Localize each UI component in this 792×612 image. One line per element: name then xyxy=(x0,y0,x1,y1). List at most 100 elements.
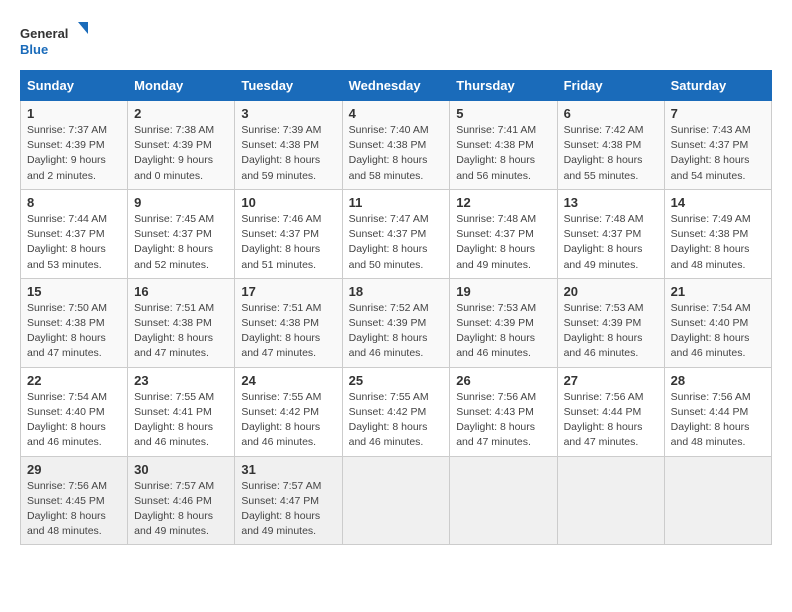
calendar-cell: 2Sunrise: 7:38 AMSunset: 4:39 PMDaylight… xyxy=(128,101,235,190)
day-number: 8 xyxy=(27,195,121,210)
day-number: 15 xyxy=(27,284,121,299)
calendar-cell xyxy=(664,456,771,545)
calendar-cell: 8 Sunrise: 7:44 AMSunset: 4:37 PMDaylight… xyxy=(21,189,128,278)
day-number: 13 xyxy=(564,195,658,210)
day-number: 7 xyxy=(671,106,765,121)
weekday-header: Wednesday xyxy=(342,71,450,101)
day-info: Sunrise: 7:56 AMSunset: 4:44 PMDaylight:… xyxy=(671,390,765,451)
day-info: Sunrise: 7:44 AMSunset: 4:37 PMDaylight:… xyxy=(27,212,121,273)
day-info: Sunrise: 7:55 AMSunset: 4:42 PMDaylight:… xyxy=(349,390,444,451)
weekday-header: Saturday xyxy=(664,71,771,101)
calendar-week-row: 29 Sunrise: 7:56 AMSunset: 4:45 PMDayligh… xyxy=(21,456,772,545)
day-number: 23 xyxy=(134,373,228,388)
calendar-cell: 13 Sunrise: 7:48 AMSunset: 4:37 PMDayligh… xyxy=(557,189,664,278)
day-info: Sunrise: 7:57 AMSunset: 4:46 PMDaylight:… xyxy=(134,479,228,540)
calendar-cell: 31Sunrise: 7:57 AMSunset: 4:47 PMDayligh… xyxy=(235,456,342,545)
day-number: 26 xyxy=(456,373,550,388)
calendar-cell: 11 Sunrise: 7:47 AMSunset: 4:37 PMDayligh… xyxy=(342,189,450,278)
day-info: Sunrise: 7:53 AMSunset: 4:39 PMDaylight:… xyxy=(564,301,658,362)
calendar-cell: 5 Sunrise: 7:41 AMSunset: 4:38 PMDaylight… xyxy=(450,101,557,190)
calendar-cell: 12Sunrise: 7:48 AMSunset: 4:37 PMDayligh… xyxy=(450,189,557,278)
day-info: Sunrise: 7:40 AMSunset: 4:38 PMDaylight:… xyxy=(349,123,444,184)
calendar-week-row: 22Sunrise: 7:54 AMSunset: 4:40 PMDayligh… xyxy=(21,367,772,456)
calendar-cell: 27 Sunrise: 7:56 AMSunset: 4:44 PMDayligh… xyxy=(557,367,664,456)
day-number: 25 xyxy=(349,373,444,388)
day-number: 29 xyxy=(27,462,121,477)
weekday-header: Thursday xyxy=(450,71,557,101)
calendar-cell: 15 Sunrise: 7:50 AMSunset: 4:38 PMDayligh… xyxy=(21,278,128,367)
day-number: 24 xyxy=(241,373,335,388)
day-info: Sunrise: 7:42 AMSunset: 4:38 PMDaylight:… xyxy=(564,123,658,184)
day-info: Sunrise: 7:51 AMSunset: 4:38 PMDaylight:… xyxy=(241,301,335,362)
day-number: 10 xyxy=(241,195,335,210)
day-info: Sunrise: 7:56 AMSunset: 4:45 PMDaylight:… xyxy=(27,479,121,540)
day-number: 1 xyxy=(27,106,121,121)
calendar-cell: 24 Sunrise: 7:55 AMSunset: 4:42 PMDayligh… xyxy=(235,367,342,456)
day-info: Sunrise: 7:52 AMSunset: 4:39 PMDaylight:… xyxy=(349,301,444,362)
calendar-cell: 7 Sunrise: 7:43 AMSunset: 4:37 PMDaylight… xyxy=(664,101,771,190)
svg-text:General: General xyxy=(20,26,68,41)
day-number: 27 xyxy=(564,373,658,388)
day-number: 3 xyxy=(241,106,335,121)
day-info: Sunrise: 7:43 AMSunset: 4:37 PMDaylight:… xyxy=(671,123,765,184)
day-info: Sunrise: 7:55 AMSunset: 4:42 PMDaylight:… xyxy=(241,390,335,451)
day-number: 14 xyxy=(671,195,765,210)
calendar-cell: 19 Sunrise: 7:53 AMSunset: 4:39 PMDayligh… xyxy=(450,278,557,367)
day-number: 18 xyxy=(349,284,444,299)
calendar-cell: 17 Sunrise: 7:51 AMSunset: 4:38 PMDayligh… xyxy=(235,278,342,367)
day-info: Sunrise: 7:55 AMSunset: 4:41 PMDaylight:… xyxy=(134,390,228,451)
calendar-cell: 25 Sunrise: 7:55 AMSunset: 4:42 PMDayligh… xyxy=(342,367,450,456)
day-number: 17 xyxy=(241,284,335,299)
day-info: Sunrise: 7:37 AMSunset: 4:39 PMDaylight:… xyxy=(27,123,121,184)
calendar-cell: 26 Sunrise: 7:56 AMSunset: 4:43 PMDayligh… xyxy=(450,367,557,456)
calendar-cell: 9Sunrise: 7:45 AMSunset: 4:37 PMDaylight… xyxy=(128,189,235,278)
calendar-cell: 3 Sunrise: 7:39 AMSunset: 4:38 PMDaylight… xyxy=(235,101,342,190)
day-number: 22 xyxy=(27,373,121,388)
day-info: Sunrise: 7:50 AMSunset: 4:38 PMDaylight:… xyxy=(27,301,121,362)
logo: General Blue xyxy=(20,20,90,64)
calendar-cell: 29 Sunrise: 7:56 AMSunset: 4:45 PMDayligh… xyxy=(21,456,128,545)
calendar-cell: 6 Sunrise: 7:42 AMSunset: 4:38 PMDaylight… xyxy=(557,101,664,190)
day-number: 28 xyxy=(671,373,765,388)
day-number: 20 xyxy=(564,284,658,299)
calendar-table: SundayMondayTuesdayWednesdayThursdayFrid… xyxy=(20,70,772,545)
day-info: Sunrise: 7:41 AMSunset: 4:38 PMDaylight:… xyxy=(456,123,550,184)
weekday-header: Sunday xyxy=(21,71,128,101)
day-number: 19 xyxy=(456,284,550,299)
day-number: 16 xyxy=(134,284,228,299)
calendar-cell: 10 Sunrise: 7:46 AMSunset: 4:37 PMDayligh… xyxy=(235,189,342,278)
day-number: 12 xyxy=(456,195,550,210)
day-number: 11 xyxy=(349,195,444,210)
calendar-cell: 16 Sunrise: 7:51 AMSunset: 4:38 PMDayligh… xyxy=(128,278,235,367)
day-info: Sunrise: 7:39 AMSunset: 4:38 PMDaylight:… xyxy=(241,123,335,184)
day-number: 30 xyxy=(134,462,228,477)
day-info: Sunrise: 7:56 AMSunset: 4:43 PMDaylight:… xyxy=(456,390,550,451)
day-info: Sunrise: 7:49 AMSunset: 4:38 PMDaylight:… xyxy=(671,212,765,273)
day-number: 21 xyxy=(671,284,765,299)
calendar-cell: 1 Sunrise: 7:37 AMSunset: 4:39 PMDaylight… xyxy=(21,101,128,190)
calendar-cell: 14 Sunrise: 7:49 AMSunset: 4:38 PMDayligh… xyxy=(664,189,771,278)
weekday-header: Monday xyxy=(128,71,235,101)
day-info: Sunrise: 7:51 AMSunset: 4:38 PMDaylight:… xyxy=(134,301,228,362)
calendar-week-row: 1 Sunrise: 7:37 AMSunset: 4:39 PMDaylight… xyxy=(21,101,772,190)
day-info: Sunrise: 7:57 AMSunset: 4:47 PMDaylight:… xyxy=(241,479,335,540)
day-number: 6 xyxy=(564,106,658,121)
page-header: General Blue xyxy=(20,20,772,64)
calendar-cell: 28 Sunrise: 7:56 AMSunset: 4:44 PMDayligh… xyxy=(664,367,771,456)
calendar-cell: 21Sunrise: 7:54 AMSunset: 4:40 PMDayligh… xyxy=(664,278,771,367)
day-info: Sunrise: 7:48 AMSunset: 4:37 PMDaylight:… xyxy=(564,212,658,273)
day-info: Sunrise: 7:46 AMSunset: 4:37 PMDaylight:… xyxy=(241,212,335,273)
logo-svg: General Blue xyxy=(20,20,90,64)
calendar-week-row: 15 Sunrise: 7:50 AMSunset: 4:38 PMDayligh… xyxy=(21,278,772,367)
day-info: Sunrise: 7:47 AMSunset: 4:37 PMDaylight:… xyxy=(349,212,444,273)
calendar-cell: 20 Sunrise: 7:53 AMSunset: 4:39 PMDayligh… xyxy=(557,278,664,367)
day-info: Sunrise: 7:53 AMSunset: 4:39 PMDaylight:… xyxy=(456,301,550,362)
calendar-week-row: 8 Sunrise: 7:44 AMSunset: 4:37 PMDaylight… xyxy=(21,189,772,278)
calendar-cell: 23 Sunrise: 7:55 AMSunset: 4:41 PMDayligh… xyxy=(128,367,235,456)
calendar-cell xyxy=(342,456,450,545)
day-info: Sunrise: 7:45 AMSunset: 4:37 PMDaylight:… xyxy=(134,212,228,273)
day-info: Sunrise: 7:38 AMSunset: 4:39 PMDaylight:… xyxy=(134,123,228,184)
day-info: Sunrise: 7:56 AMSunset: 4:44 PMDaylight:… xyxy=(564,390,658,451)
calendar-cell: 18 Sunrise: 7:52 AMSunset: 4:39 PMDayligh… xyxy=(342,278,450,367)
day-number: 5 xyxy=(456,106,550,121)
